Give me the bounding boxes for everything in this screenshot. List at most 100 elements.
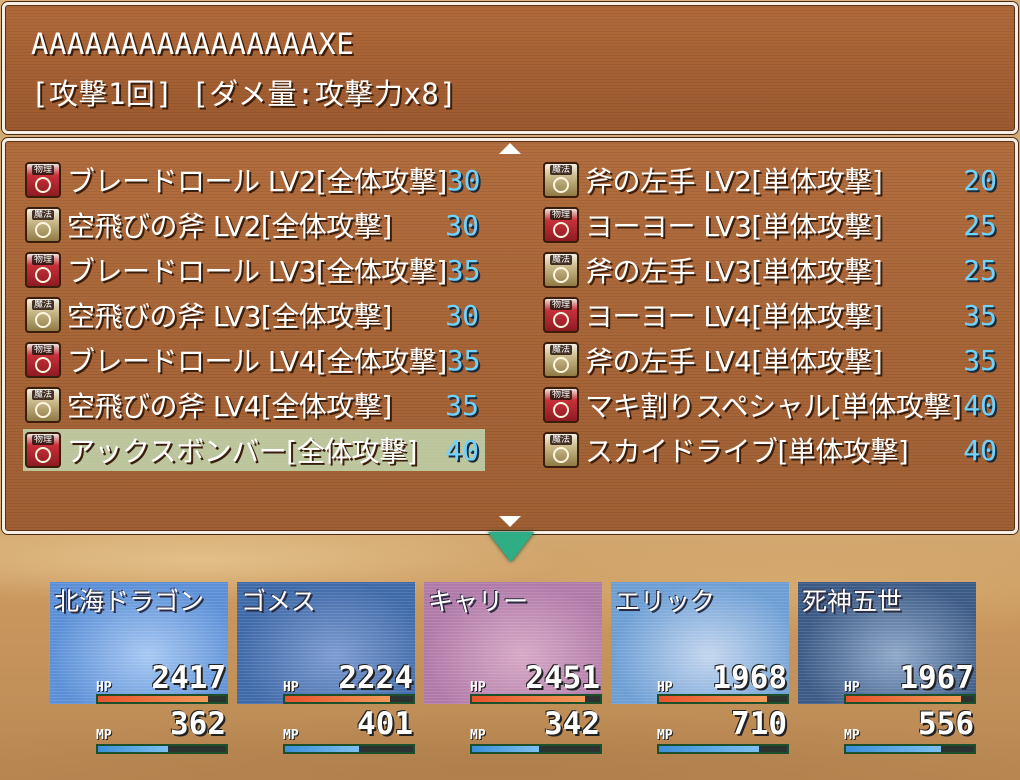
skill-name: 空飛びの斧 LV2[全体攻撃] <box>67 210 392 243</box>
skill-item[interactable]: 魔法 空飛びの斧 LV2[全体攻撃] 30 <box>23 204 485 246</box>
hp-gauge <box>844 694 976 704</box>
message-cursor-icon <box>488 532 534 562</box>
magic-skill-icon: 魔法 <box>25 207 61 243</box>
skill-name: ブレードロール LV2[全体攻撃] <box>67 165 447 198</box>
actor-name: ゴメス <box>241 587 317 616</box>
physical-skill-icon: 物理 <box>543 387 579 423</box>
skill-cost: 30 <box>446 163 481 197</box>
skill-cost: 35 <box>446 343 481 377</box>
actor-status[interactable]: キャリー HP 2451 MP 342 <box>424 582 602 760</box>
magic-skill-icon: 魔法 <box>543 342 579 378</box>
help-window: AAAAAAAAAAAAAAAAXE [攻撃1回] [ダメ量:攻撃力x8] <box>2 2 1018 134</box>
skill-item[interactable]: 物理 マキ割りスペシャル[単体攻撃] 40 <box>541 384 1003 426</box>
actor-name: 死神五世 <box>802 587 903 616</box>
physical-skill-icon: 物理 <box>543 297 579 333</box>
skill-name: ブレードロール LV3[全体攻撃] <box>67 255 447 288</box>
skill-item[interactable]: 物理 アックスボンバー[全体攻撃] 40 <box>23 429 485 471</box>
skill-name: 斧の左手 LV2[単体攻撃] <box>585 165 883 198</box>
mp-gauge-fill <box>98 746 169 752</box>
mp-gauge <box>657 744 789 754</box>
magic-skill-icon: 魔法 <box>25 387 61 423</box>
actor-name: 北海ドラゴン <box>54 587 205 616</box>
physical-skill-icon: 物理 <box>25 342 61 378</box>
skill-cost: 30 <box>445 298 479 332</box>
actor-name: キャリー <box>428 587 529 616</box>
skill-name: 空飛びの斧 LV3[全体攻撃] <box>67 300 392 333</box>
hp-value: 2451 <box>525 660 600 696</box>
mp-gauge <box>470 744 602 754</box>
mp-value: 401 <box>357 706 413 742</box>
skill-item[interactable]: 魔法 斧の左手 LV4[単体攻撃] 35 <box>541 339 1003 381</box>
mp-gauge-fill <box>846 746 941 752</box>
skill-cost: 35 <box>963 298 997 332</box>
hp-value: 1967 <box>899 660 974 696</box>
mp-gauge-fill <box>659 746 759 752</box>
skill-name: マキ割りスペシャル[単体攻撃] <box>585 390 962 423</box>
hp-gauge <box>470 694 602 704</box>
skill-name: 空飛びの斧 LV4[全体攻撃] <box>67 390 392 423</box>
skill-cost: 25 <box>963 253 997 287</box>
skill-cost: 35 <box>445 388 479 422</box>
scroll-up-arrow-icon[interactable] <box>499 143 521 154</box>
skill-cost: 40 <box>963 433 997 467</box>
skill-name: スカイドライブ[単体攻撃] <box>585 435 909 468</box>
magic-skill-icon: 魔法 <box>543 252 579 288</box>
skill-cost: 25 <box>963 208 997 242</box>
skill-cost: 35 <box>963 343 997 377</box>
hp-gauge <box>96 694 228 704</box>
hp-gauge <box>657 694 789 704</box>
physical-skill-icon: 物理 <box>25 252 61 288</box>
mp-value: 556 <box>918 706 974 742</box>
mp-gauge-fill <box>285 746 360 752</box>
hp-gauge-fill <box>285 696 390 702</box>
skill-name: ブレードロール LV4[全体攻撃] <box>67 345 447 378</box>
physical-skill-icon: 物理 <box>543 207 579 243</box>
skill-item[interactable]: 魔法 空飛びの斧 LV3[全体攻撃] 30 <box>23 294 485 336</box>
scroll-down-arrow-icon[interactable] <box>499 516 521 527</box>
hp-gauge-fill <box>98 696 209 702</box>
physical-skill-icon: 物理 <box>25 162 61 198</box>
hp-value: 2417 <box>151 660 226 696</box>
hp-value: 1968 <box>712 660 787 696</box>
skill-item[interactable]: 物理 ブレードロール LV2[全体攻撃] 30 <box>23 159 485 201</box>
skill-name: 斧の左手 LV4[単体攻撃] <box>585 345 883 378</box>
skill-item[interactable]: 魔法 空飛びの斧 LV4[全体攻撃] 35 <box>23 384 485 426</box>
skill-name: 斧の左手 LV3[単体攻撃] <box>585 255 883 288</box>
actor-status[interactable]: 北海ドラゴン HP 2417 MP 362 <box>50 582 228 760</box>
skill-item[interactable]: 魔法 スカイドライブ[単体攻撃] 40 <box>541 429 1003 471</box>
hp-value: 2224 <box>338 660 413 696</box>
skill-item[interactable]: 物理 ヨーヨー LV4[単体攻撃] 35 <box>541 294 1003 336</box>
mp-value: 342 <box>544 706 600 742</box>
mp-gauge <box>283 744 415 754</box>
physical-skill-icon: 物理 <box>25 432 61 468</box>
actor-status[interactable]: 死神五世 HP 1967 MP 556 <box>798 582 976 760</box>
mp-gauge-fill <box>472 746 539 752</box>
actor-status[interactable]: ゴメス HP 2224 MP 401 <box>237 582 415 760</box>
mp-value: 710 <box>731 706 787 742</box>
magic-skill-icon: 魔法 <box>543 162 579 198</box>
mp-value: 362 <box>170 706 226 742</box>
skill-cost: 40 <box>445 433 479 467</box>
skill-name: ヨーヨー LV4[単体攻撃] <box>585 300 883 333</box>
skill-cost: 30 <box>445 208 479 242</box>
hp-gauge-fill <box>659 696 767 702</box>
skill-item[interactable]: 物理 ブレードロール LV4[全体攻撃] 35 <box>23 339 485 381</box>
skill-list-window: 物理 ブレードロール LV2[全体攻撃] 30 魔法 斧の左手 LV2[単体攻撃] 20 魔… <box>2 138 1018 534</box>
skill-description-line1: AAAAAAAAAAAAAAAAXE <box>31 27 355 61</box>
skill-name: ヨーヨー LV3[単体攻撃] <box>585 210 883 243</box>
mp-gauge <box>96 744 228 754</box>
mp-gauge <box>844 744 976 754</box>
skill-cost: 20 <box>963 163 997 197</box>
hp-gauge <box>283 694 415 704</box>
actor-name: エリック <box>615 587 716 616</box>
skill-name: アックスボンバー[全体攻撃] <box>67 435 418 468</box>
skill-cost: 35 <box>446 253 481 287</box>
skill-description-line2: [攻撃1回] [ダメ量:攻撃力x8] <box>31 77 458 111</box>
skill-item[interactable]: 魔法 斧の左手 LV3[単体攻撃] 25 <box>541 249 1003 291</box>
skill-item[interactable]: 物理 ブレードロール LV3[全体攻撃] 35 <box>23 249 485 291</box>
magic-skill-icon: 魔法 <box>25 297 61 333</box>
skill-item[interactable]: 魔法 斧の左手 LV2[単体攻撃] 20 <box>541 159 1003 201</box>
skill-item[interactable]: 物理 ヨーヨー LV3[単体攻撃] 25 <box>541 204 1003 246</box>
magic-skill-icon: 魔法 <box>543 432 579 468</box>
actor-status[interactable]: エリック HP 1968 MP 710 <box>611 582 789 760</box>
